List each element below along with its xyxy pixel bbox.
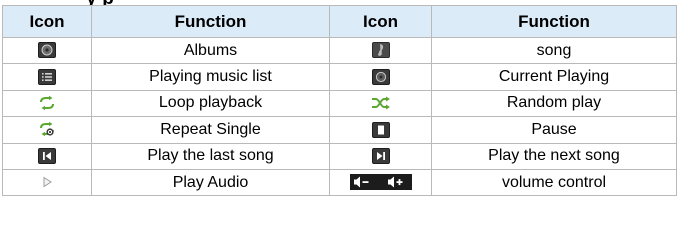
play-icon [38,174,56,190]
function-cell: Current Playing [431,63,677,91]
function-cell: Pause [431,116,677,144]
loop-icon [38,95,56,111]
header-function-left: Function [91,5,330,38]
next-icon [371,148,390,165]
table-row: Play Audio volume control [2,168,677,197]
function-cell: song [431,36,677,65]
function-cell: Random play [431,89,677,118]
song-icon [371,42,390,59]
previous-icon [38,148,56,165]
function-cell: Playing music list [91,63,330,91]
table-row: Repeat Single Pause [2,116,677,144]
repeat-single-icon [38,121,56,138]
table-row: Playing music list Current Playing [2,63,677,91]
function-cell: volume control [431,168,677,197]
table-row: Loop playback Random play [2,89,677,118]
function-cell: Play the next song [431,142,677,170]
function-cell: Loop playback [91,89,330,118]
playlist-icon [38,68,56,85]
album-icon [38,42,56,59]
header-function-right: Function [431,5,677,38]
current-playing-icon [371,68,390,85]
function-cell: Play Audio [91,168,330,197]
function-cell: Play the last song [91,142,330,170]
function-cell: Repeat Single [91,116,330,144]
pause-icon [371,121,390,138]
table-header-row: Icon Function Icon Function [2,5,677,38]
table-row: Play the last song Play the next song [2,142,677,170]
volume-icon [349,174,412,191]
icon-function-table: Icon Function Icon Function Albums song … [2,5,677,197]
function-cell: Albums [91,36,330,65]
table-row: Albums song [2,36,677,65]
shuffle-icon [371,95,391,111]
header-icon-right: Icon [329,5,432,38]
header-icon-left: Icon [2,5,92,38]
